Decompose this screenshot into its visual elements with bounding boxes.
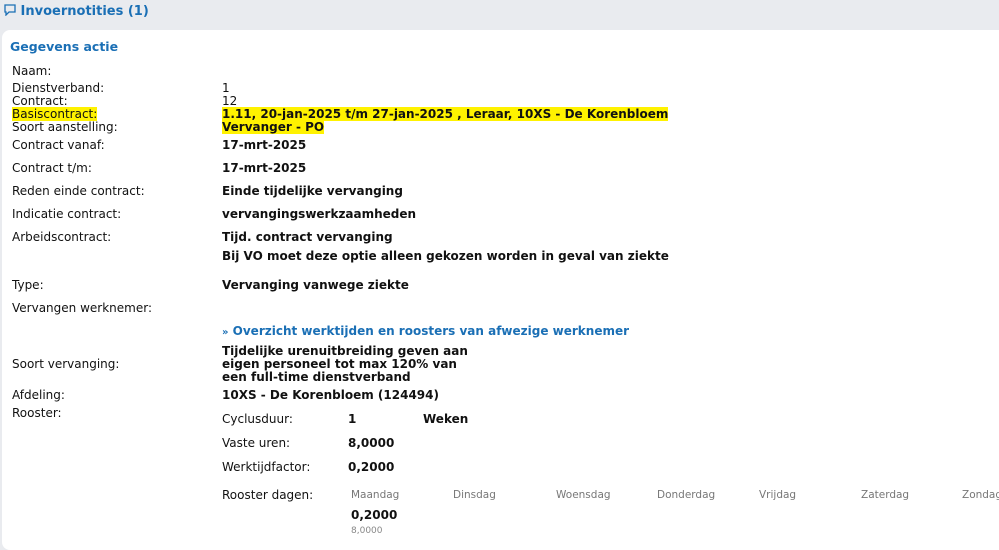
soort-vervanging-line: Tijdelijke urenuitbreiding geven aan [222, 344, 468, 358]
werktijdfactor-value: 0,2000 [348, 460, 395, 474]
indicatie-value: vervangingswerkzaamheden [222, 207, 417, 221]
vaste-uren-value: 8,0000 [348, 436, 395, 450]
contract-label: Contract: [12, 94, 68, 108]
soort-aanstelling-label: Soort aanstelling: [12, 120, 118, 134]
top-bar [0, 0, 999, 26]
indicatie-label: Indicatie contract: [12, 207, 122, 221]
arbeidscontract-label: Arbeidscontract: [12, 230, 112, 244]
day-header-maandag: Maandag [351, 489, 400, 501]
afdeling-value: 10XS - De Korenbloem (124494) [222, 388, 439, 402]
rooster-label: Rooster: [12, 406, 62, 420]
soort-vervanging-line: een full-time dienstverband [222, 370, 411, 384]
day-header-vrijdag: Vrijdag [759, 489, 797, 501]
afdeling-label: Afdeling: [12, 388, 65, 402]
day-header-dinsdag: Dinsdag [453, 489, 496, 501]
cyclusduur-label: Cyclusduur: [222, 412, 293, 426]
day-header-woensdag: Woensdag [556, 489, 611, 501]
maandag-factor: 0,2000 [351, 508, 398, 522]
vervangen-label: Vervangen werknemer: [12, 301, 152, 315]
rooster-dagen-label: Rooster dagen: [222, 488, 314, 502]
contract-tm-value: 17-mrt-2025 [222, 161, 307, 175]
overzicht-werktijden-link[interactable]: » Overzicht werktijden en roosters van a… [222, 324, 629, 340]
contract-tm-label: Contract t/m: [12, 161, 92, 175]
arbeidscontract-note: Bij VO moet deze optie alleen gekozen wo… [222, 249, 669, 263]
reden-einde-value: Einde tijdelijke vervanging [222, 184, 403, 198]
type-label: Type: [12, 278, 44, 292]
invoernotities-link[interactable]: Invoernotities (1) [4, 4, 149, 19]
cyclusduur-unit: Weken [423, 412, 469, 426]
werktijdfactor-label: Werktijdfactor: [222, 460, 311, 474]
dienstverband-label: Dienstverband: [12, 81, 105, 95]
dienstverband-value: 1 [222, 81, 230, 95]
contract-vanaf-value: 17-mrt-2025 [222, 138, 307, 152]
contract-vanaf-label: Contract vanaf: [12, 138, 105, 152]
section-title: Gegevens actie [10, 39, 119, 54]
cyclusduur-value: 1 [348, 412, 357, 426]
basiscontract-label: Basiscontract: [12, 107, 98, 121]
overzicht-werktijden-label: Overzicht werktijden en roosters van afw… [232, 324, 630, 338]
type-value: Vervanging vanwege ziekte [222, 278, 409, 292]
invoernotities-label: Invoernotities (1) [20, 4, 149, 19]
day-header-zaterdag: Zaterdag [861, 489, 910, 501]
comment-icon [4, 4, 16, 17]
reden-einde-label: Reden einde contract: [12, 184, 145, 198]
contract-value: 12 [222, 94, 238, 108]
arbeidscontract-value: Tijd. contract vervanging [222, 230, 393, 244]
basiscontract-value: 1.11, 20-jan-2025 t/m 27-jan-2025 , Lera… [222, 107, 669, 121]
naam-label: Naam: [12, 64, 52, 78]
soort-vervanging-line: eigen personeel tot max 120% van [222, 357, 457, 371]
vaste-uren-label: Vaste uren: [222, 436, 291, 450]
soort-vervanging-label: Soort vervanging: [12, 357, 120, 371]
day-header-donderdag: Donderdag [657, 489, 716, 501]
day-header-zondag: Zondag [962, 489, 999, 501]
chevron-double-down-icon: » [222, 327, 229, 338]
soort-aanstelling-value: Vervanger - PO [222, 120, 325, 134]
